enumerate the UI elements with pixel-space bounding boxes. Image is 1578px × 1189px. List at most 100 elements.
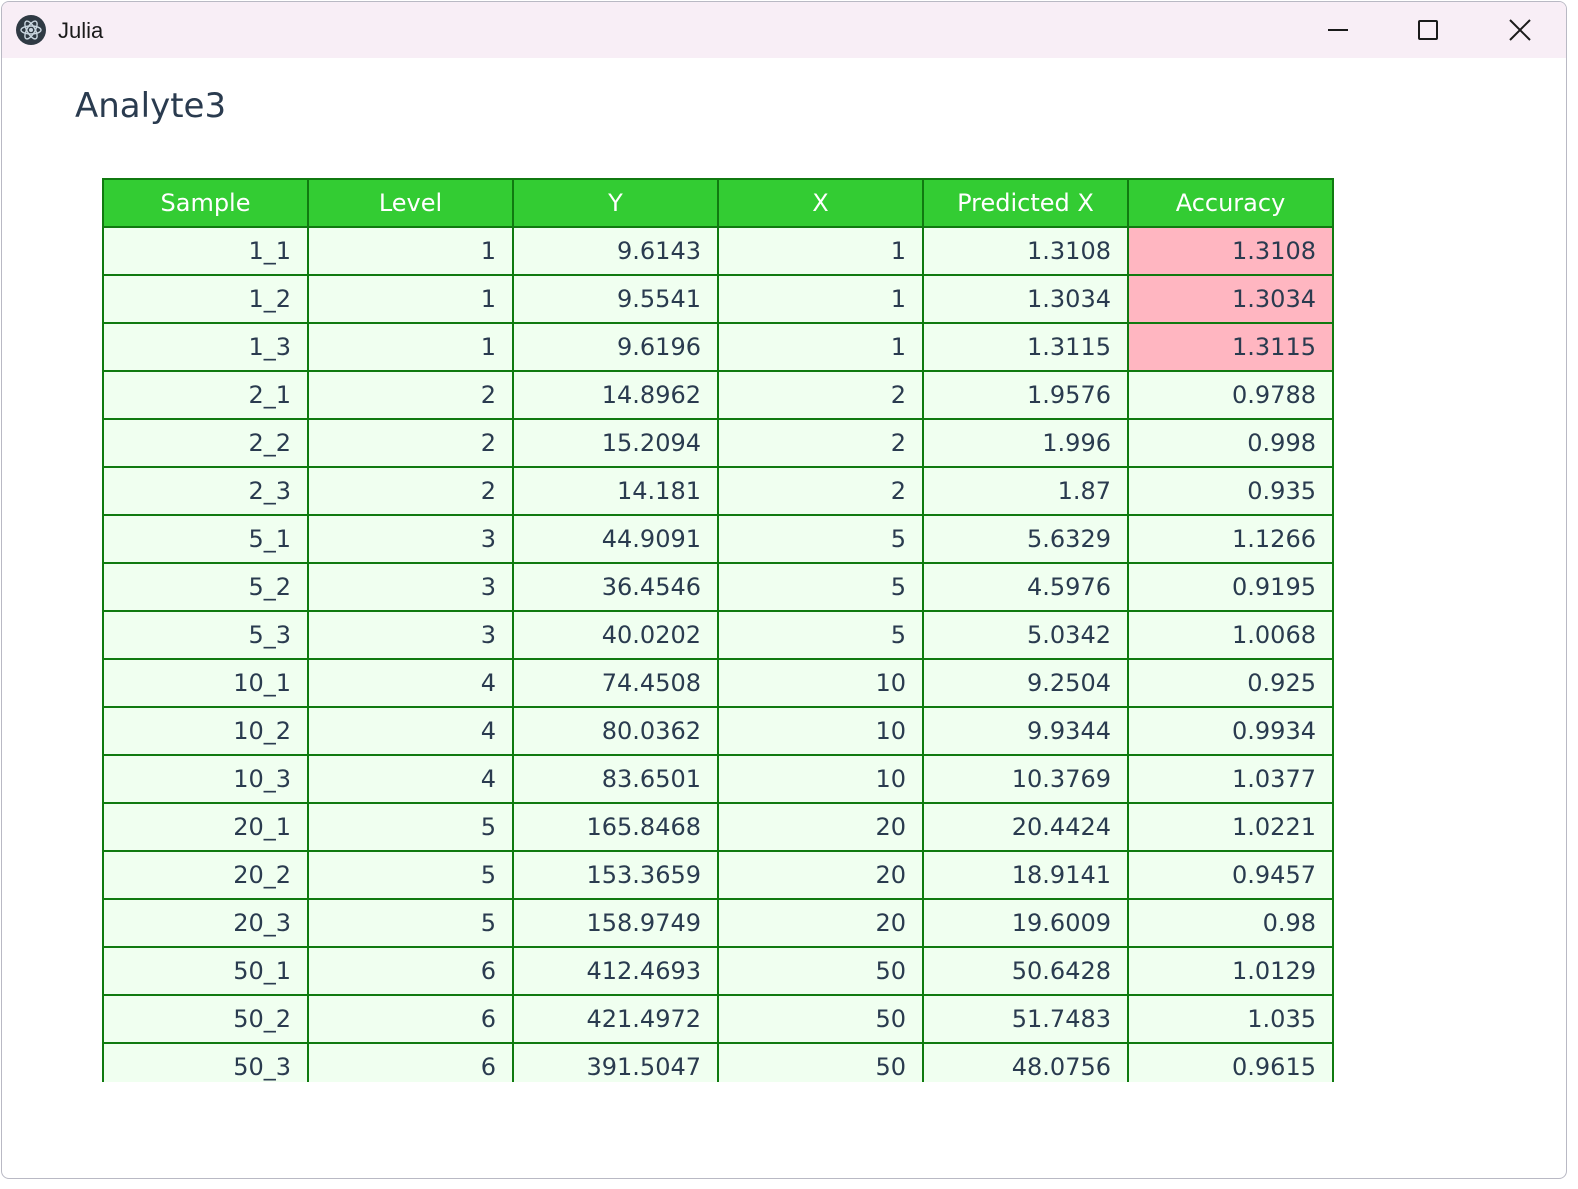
y-cell: 15.2094 — [512, 418, 719, 468]
column-header-x: X — [717, 178, 924, 228]
accuracy-cell: 0.98 — [1127, 898, 1334, 948]
y-cell: 9.6196 — [512, 322, 719, 372]
predicted-x-cell: 19.6009 — [922, 898, 1129, 948]
level-cell: 4 — [307, 658, 514, 708]
x-cell: 50 — [717, 946, 924, 996]
y-cell: 44.9091 — [512, 514, 719, 564]
y-cell: 9.6143 — [512, 226, 719, 276]
table-row: 1_2 1 9.5541 1 1.3034 1.3034 — [102, 274, 1334, 324]
table-row: 2_3 2 14.181 2 1.87 0.935 — [102, 466, 1334, 516]
sample-cell: 20_1 — [102, 802, 309, 852]
y-cell: 83.6501 — [512, 754, 719, 804]
sample-cell: 50_2 — [102, 994, 309, 1044]
y-cell: 165.8468 — [512, 802, 719, 852]
table-row: 50_2 6 421.4972 50 51.7483 1.035 — [102, 994, 1334, 1044]
predicted-x-cell: 18.9141 — [922, 850, 1129, 900]
x-cell: 2 — [717, 418, 924, 468]
level-cell: 3 — [307, 562, 514, 612]
sample-cell: 5_1 — [102, 514, 309, 564]
level-cell: 2 — [307, 370, 514, 420]
accuracy-cell: 1.0129 — [1127, 946, 1334, 996]
sample-cell: 20_2 — [102, 850, 309, 900]
accuracy-cell: 0.9457 — [1127, 850, 1334, 900]
sample-cell: 10_2 — [102, 706, 309, 756]
table-row: 10_2 4 80.0362 10 9.9344 0.9934 — [102, 706, 1334, 756]
accuracy-cell: 1.1266 — [1127, 514, 1334, 564]
x-cell: 50 — [717, 994, 924, 1044]
results-table: Sample Level Y X Predicted X Accuracy 1_… — [102, 178, 1334, 1082]
predicted-x-cell: 5.0342 — [922, 610, 1129, 660]
accuracy-cell: 1.0068 — [1127, 610, 1334, 660]
table-row: 1_1 1 9.6143 1 1.3108 1.3108 — [102, 226, 1334, 276]
content-viewport[interactable]: Analyte3 Sample Level Y X Predicted X Ac… — [2, 2, 1566, 1082]
predicted-x-cell: 5.6329 — [922, 514, 1129, 564]
level-cell: 3 — [307, 514, 514, 564]
x-cell: 5 — [717, 514, 924, 564]
predicted-x-cell: 1.996 — [922, 418, 1129, 468]
level-cell: 3 — [307, 610, 514, 660]
predicted-x-cell: 1.9576 — [922, 370, 1129, 420]
level-cell: 6 — [307, 994, 514, 1044]
y-cell: 14.8962 — [512, 370, 719, 420]
y-cell: 9.5541 — [512, 274, 719, 324]
accuracy-cell: 1.0377 — [1127, 754, 1334, 804]
y-cell: 36.4546 — [512, 562, 719, 612]
sample-cell: 50_3 — [102, 1042, 309, 1082]
table-row: 2_2 2 15.2094 2 1.996 0.998 — [102, 418, 1334, 468]
x-cell: 10 — [717, 658, 924, 708]
accuracy-cell: 1.3115 — [1127, 322, 1334, 372]
table-row: 20_1 5 165.8468 20 20.4424 1.0221 — [102, 802, 1334, 852]
predicted-x-cell: 51.7483 — [922, 994, 1129, 1044]
level-cell: 2 — [307, 466, 514, 516]
level-cell: 5 — [307, 802, 514, 852]
x-cell: 20 — [717, 802, 924, 852]
x-cell: 1 — [717, 226, 924, 276]
predicted-x-cell: 1.3034 — [922, 274, 1129, 324]
x-cell: 5 — [717, 562, 924, 612]
x-cell: 5 — [717, 610, 924, 660]
table-row: 50_3 6 391.5047 50 48.0756 0.9615 — [102, 1042, 1334, 1082]
level-cell: 5 — [307, 898, 514, 948]
accuracy-cell: 1.035 — [1127, 994, 1334, 1044]
level-cell: 4 — [307, 754, 514, 804]
predicted-x-cell: 1.3108 — [922, 226, 1129, 276]
table-row: 10_1 4 74.4508 10 9.2504 0.925 — [102, 658, 1334, 708]
column-header-accuracy: Accuracy — [1127, 178, 1334, 228]
sample-cell: 2_2 — [102, 418, 309, 468]
accuracy-cell: 1.0221 — [1127, 802, 1334, 852]
y-cell: 158.9749 — [512, 898, 719, 948]
accuracy-cell: 1.3108 — [1127, 226, 1334, 276]
accuracy-cell: 0.9934 — [1127, 706, 1334, 756]
column-header-predicted-x: Predicted X — [922, 178, 1129, 228]
table-row: 1_3 1 9.6196 1 1.3115 1.3115 — [102, 322, 1334, 372]
accuracy-cell: 1.3034 — [1127, 274, 1334, 324]
y-cell: 74.4508 — [512, 658, 719, 708]
sample-cell: 10_3 — [102, 754, 309, 804]
predicted-x-cell: 20.4424 — [922, 802, 1129, 852]
accuracy-cell: 0.9195 — [1127, 562, 1334, 612]
x-cell: 1 — [717, 322, 924, 372]
x-cell: 50 — [717, 1042, 924, 1082]
table-row: 50_1 6 412.4693 50 50.6428 1.0129 — [102, 946, 1334, 996]
predicted-x-cell: 10.3769 — [922, 754, 1129, 804]
sample-cell: 1_1 — [102, 226, 309, 276]
sample-cell: 50_1 — [102, 946, 309, 996]
page-title: Analyte3 — [75, 86, 227, 126]
x-cell: 1 — [717, 274, 924, 324]
sample-cell: 2_3 — [102, 466, 309, 516]
sample-cell: 5_2 — [102, 562, 309, 612]
level-cell: 6 — [307, 1042, 514, 1082]
level-cell: 4 — [307, 706, 514, 756]
x-cell: 2 — [717, 466, 924, 516]
y-cell: 391.5047 — [512, 1042, 719, 1082]
y-cell: 80.0362 — [512, 706, 719, 756]
accuracy-cell: 0.925 — [1127, 658, 1334, 708]
table-row: 20_3 5 158.9749 20 19.6009 0.98 — [102, 898, 1334, 948]
sample-cell: 20_3 — [102, 898, 309, 948]
sample-cell: 1_3 — [102, 322, 309, 372]
table-row: 5_1 3 44.9091 5 5.6329 1.1266 — [102, 514, 1334, 564]
y-cell: 421.4972 — [512, 994, 719, 1044]
column-header-sample: Sample — [102, 178, 309, 228]
column-header-level: Level — [307, 178, 514, 228]
x-cell: 10 — [717, 754, 924, 804]
